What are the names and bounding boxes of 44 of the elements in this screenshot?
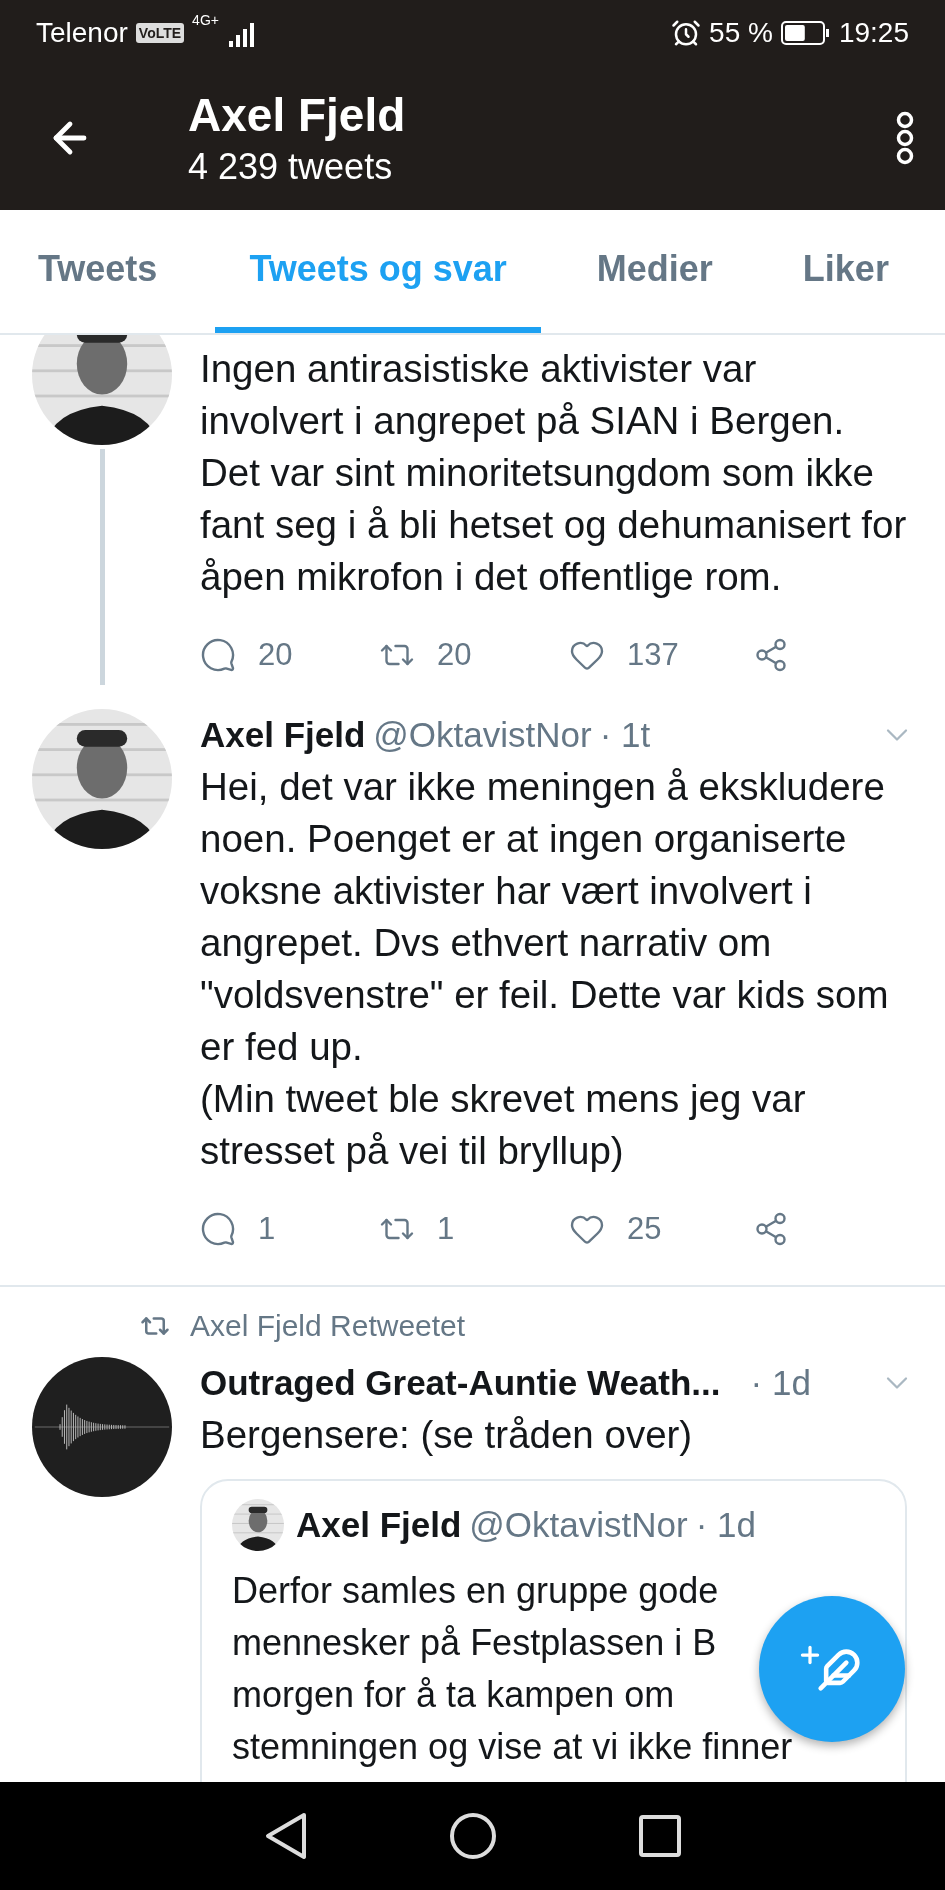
retweet-count: 20: [437, 637, 472, 673]
tweet-time: · 1d: [750, 1363, 811, 1403]
clock-time: 19:25: [838, 17, 909, 49]
volte-badge: VoLTE: [135, 23, 185, 43]
tweet-text: Bergensere: (se tråden over): [200, 1412, 694, 1458]
alarm-icon: [671, 18, 702, 48]
tweet-time: · 1d: [695, 1505, 756, 1545]
share-icon[interactable]: [753, 637, 789, 673]
reply-count: 20: [258, 637, 293, 673]
network-type: 4G+: [192, 12, 219, 28]
like-count: 137: [627, 637, 679, 673]
tweet-text-line: morgen for å ta kampen om: [232, 1673, 676, 1717]
tab[interactable]: Liker: [768, 210, 923, 333]
back-nav-icon[interactable]: [263, 1811, 308, 1861]
author-handle: @OktavistNor: [469, 1505, 688, 1545]
tweet-count: 4 239 tweets: [188, 146, 394, 188]
retweet-count: 1: [437, 1211, 455, 1247]
tweet-time: · 1t: [599, 715, 651, 755]
tab[interactable]: Tweets og svar: [215, 210, 541, 333]
reply-icon: [200, 1211, 236, 1247]
share-icon[interactable]: [753, 1211, 789, 1247]
tab[interactable]: Medier: [562, 210, 747, 333]
carrier-name: Telenor: [36, 17, 128, 49]
tweet-text: Hei, det var ikke meningen å ekskludere noen. Poenget er at ingen organiserte voksne aktivister har vært involvert i angrepet. Dvs ethvert narrativ om "voldsvenstre" er feil. Dette var kids som er fed up. (Min tweet ble skrevet mens jeg var stresset på vei til bryllup): [200, 764, 890, 1174]
tweet-text: Ingen antirasistiske aktivister var involvert i angrepet på SIAN i Bergen. Det var sint minoritetsungdom som ikke fant seg i å bli hetset og dehumanisert for åpen mikrofon i det offentlige rom.: [200, 346, 908, 600]
reply-icon: [200, 637, 236, 673]
tweet-text-line: stemningen og vise at vi ikke finner: [232, 1725, 794, 1769]
home-nav-icon[interactable]: [447, 1811, 498, 1861]
reply-count: 1: [258, 1211, 276, 1247]
battery-icon: [780, 20, 831, 46]
battery-percent: 55 %: [709, 17, 773, 49]
author-name: Axel Fjeld: [200, 715, 366, 755]
more-options-icon[interactable]: [895, 110, 915, 166]
waveform-icon: [32, 1357, 172, 1497]
like-count: 25: [627, 1211, 662, 1247]
tab[interactable]: Tweets: [38, 210, 192, 333]
recents-nav-icon[interactable]: [637, 1814, 682, 1858]
tweet-text-line: mennesker på Festplassen i B: [232, 1621, 718, 1665]
author-name: Axel Fjeld: [296, 1505, 462, 1545]
retweeted-by: Axel Fjeld Retweetet: [190, 1309, 466, 1343]
profile-name: Axel Fjeld: [188, 88, 407, 142]
author-handle: @OktavistNor: [373, 715, 592, 755]
author-name: Outraged Great-Auntie Weath...: [200, 1363, 721, 1403]
tweet-text-line: Derfor samles en gruppe gode: [232, 1569, 720, 1613]
